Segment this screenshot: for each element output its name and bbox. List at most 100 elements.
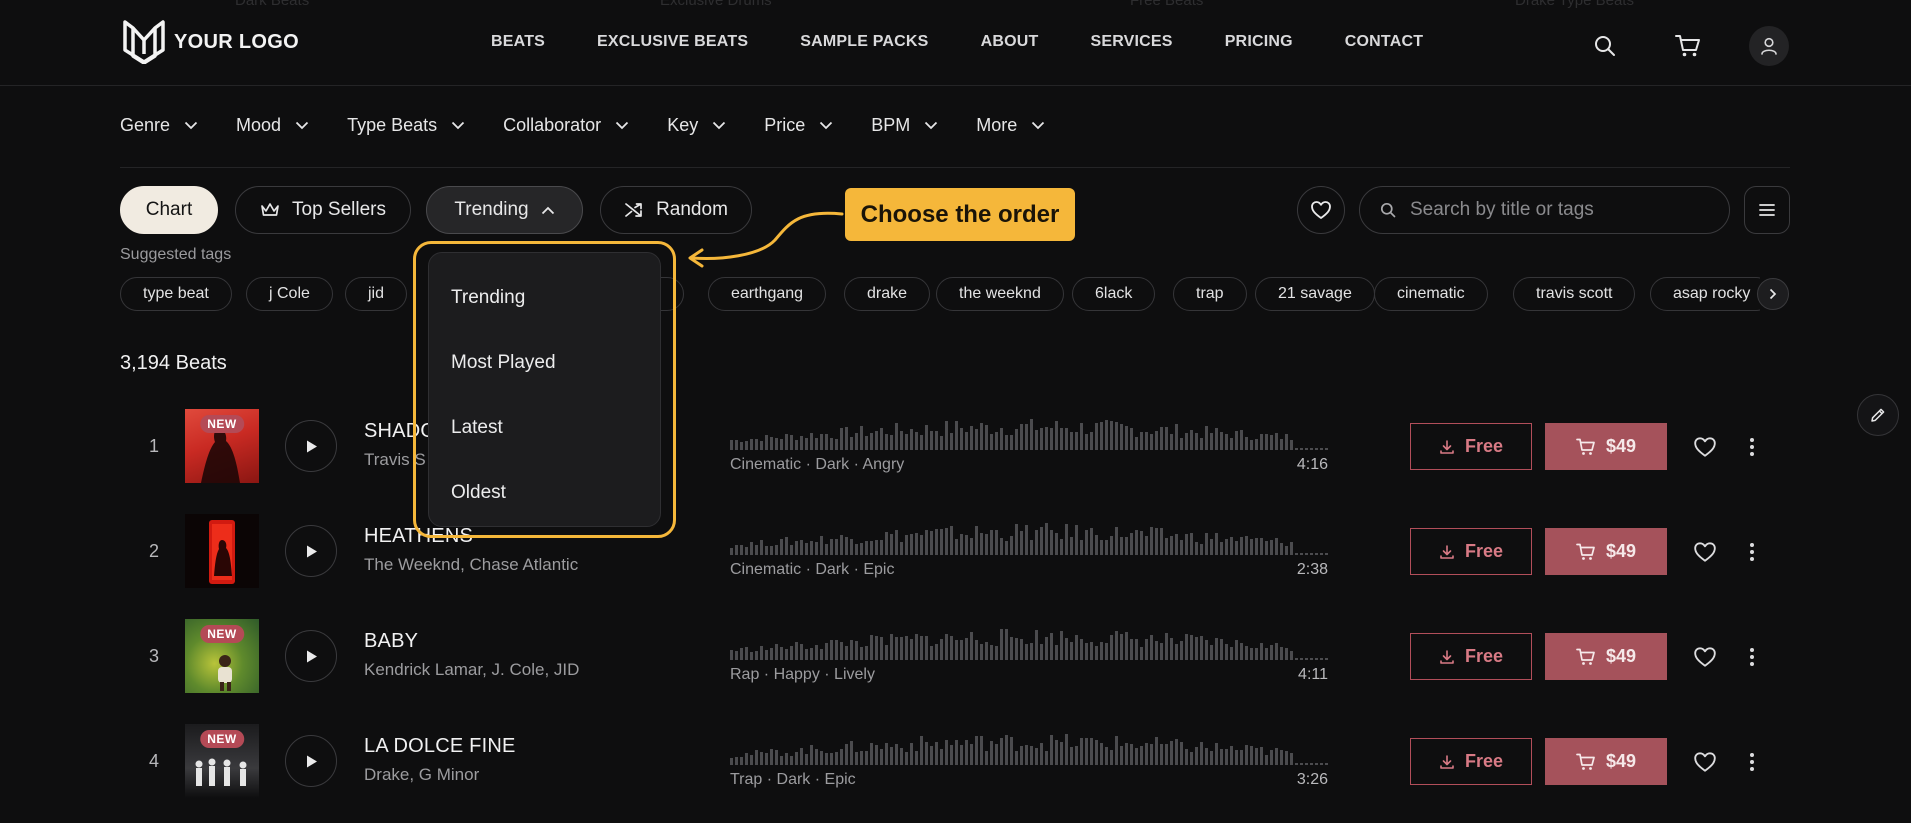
top-sellers-button[interactable]: Top Sellers (235, 186, 411, 234)
tag-chip[interactable]: travis scott (1513, 277, 1636, 311)
nav-services[interactable]: SERVICES (1090, 33, 1172, 51)
waveform-bar (950, 636, 953, 660)
free-download-button[interactable]: Free (1410, 738, 1532, 785)
play-icon (306, 650, 317, 662)
chevron-up-icon (541, 206, 554, 214)
nav-exclusive-beats[interactable]: EXCLUSIVE BEATS (597, 33, 748, 51)
add-to-cart-button[interactable]: $49 (1545, 738, 1667, 785)
play-button[interactable] (285, 735, 337, 787)
waveform-bar (865, 436, 868, 450)
download-icon (1440, 649, 1454, 664)
track-artist[interactable]: Drake, G Minor (364, 765, 479, 785)
filter-key[interactable]: Key (667, 115, 726, 136)
edit-button[interactable] (1857, 394, 1899, 436)
waveform-bar (1315, 658, 1318, 660)
filter-collaborator[interactable]: Collaborator (503, 115, 629, 136)
add-to-cart-button[interactable]: $49 (1545, 423, 1667, 470)
track-row[interactable]: 4 NEW LA DOLCE FINE Drake, G Minor Trap … (120, 709, 1790, 814)
waveform-bar (1275, 643, 1278, 660)
waveform-bar (1230, 438, 1233, 450)
cart-icon[interactable] (1668, 26, 1708, 66)
tag-chip[interactable]: 6lack (1072, 277, 1156, 311)
search-input[interactable] (1410, 199, 1700, 221)
sort-option-latest[interactable]: Latest (451, 417, 503, 439)
nav-contact[interactable]: CONTACT (1345, 33, 1423, 51)
track-title[interactable]: LA DOLCE FINE (364, 735, 516, 758)
tag-chip[interactable]: 21 savage (1255, 277, 1375, 311)
track-row[interactable]: 2 HEATHENS The Weeknd, Chase Atlantic Ci… (120, 499, 1790, 604)
like-heart-icon[interactable] (1689, 536, 1721, 568)
more-options-icon[interactable] (1742, 746, 1762, 778)
free-download-button[interactable]: Free (1410, 423, 1532, 470)
tag-chip[interactable]: the weeknd (936, 277, 1064, 311)
waveform-bar (1065, 524, 1068, 555)
waveform-bar (970, 632, 973, 660)
filter-genre[interactable]: Genre (120, 115, 198, 136)
track-artist[interactable]: The Weeknd, Chase Atlantic (364, 555, 578, 575)
chart-button[interactable]: Chart (120, 186, 218, 234)
tag-chip[interactable]: type beat (120, 277, 232, 311)
tags-next-button[interactable] (1757, 278, 1789, 310)
logo[interactable]: YOUR LOGO (123, 20, 299, 64)
play-button[interactable] (285, 420, 337, 472)
filter-bpm[interactable]: BPM (871, 115, 938, 136)
waveform-bar (955, 421, 958, 450)
tag-chip[interactable]: jid (345, 277, 408, 311)
like-heart-icon[interactable] (1689, 431, 1721, 463)
waveform-bar (1260, 434, 1263, 450)
sort-option-trending[interactable]: Trending (451, 287, 525, 309)
waveform-bar (1235, 640, 1238, 660)
sort-option-most-played[interactable]: Most Played (451, 352, 556, 374)
sort-dropdown-trigger[interactable]: Trending (426, 186, 583, 234)
nav-about[interactable]: ABOUT (981, 33, 1039, 51)
filter-label: Genre (120, 115, 171, 135)
waveform-bar (1325, 553, 1328, 555)
track-row[interactable]: 1 NEW SHADO Travis S Cinematic · Dark · … (120, 394, 1790, 499)
waveform-bar (770, 648, 773, 660)
filter-price[interactable]: Price (764, 115, 833, 136)
favorites-filter-button[interactable] (1297, 186, 1345, 234)
filter-bar: Genre Mood Type Beats Collaborator Key P… (120, 115, 1083, 136)
waveform[interactable] (730, 521, 1328, 555)
play-button[interactable] (285, 525, 337, 577)
free-download-button[interactable]: Free (1410, 633, 1532, 680)
track-artist[interactable]: Kendrick Lamar, J. Cole, JID (364, 660, 579, 680)
track-title[interactable]: BABY (364, 630, 418, 653)
waveform-bar (745, 753, 748, 765)
waveform-bar (1150, 527, 1153, 555)
tag-chip[interactable]: earthgang (708, 277, 827, 311)
tag-chip[interactable]: asap rocky (1650, 277, 1760, 311)
more-options-icon[interactable] (1742, 536, 1762, 568)
nav-beats[interactable]: BEATS (491, 33, 545, 51)
filter-mood[interactable]: Mood (236, 115, 309, 136)
play-button[interactable] (285, 630, 337, 682)
like-heart-icon[interactable] (1689, 641, 1721, 673)
waveform-bar (1270, 435, 1273, 450)
waveform[interactable] (730, 626, 1328, 660)
track-row[interactable]: 3 NEW BABY Kendrick Lamar, J. Cole, JID … (120, 604, 1790, 709)
tag-chip[interactable]: trap (1173, 277, 1247, 311)
sort-option-oldest[interactable]: Oldest (451, 482, 506, 504)
user-avatar-icon[interactable] (1749, 26, 1789, 66)
tag-chip[interactable]: j Cole (246, 277, 333, 311)
waveform[interactable] (730, 416, 1328, 450)
filter-type-beats[interactable]: Type Beats (347, 115, 465, 136)
add-to-cart-button[interactable]: $49 (1545, 528, 1667, 575)
like-heart-icon[interactable] (1689, 746, 1721, 778)
list-menu-button[interactable] (1744, 186, 1790, 234)
tag-chip[interactable]: cinematic (1374, 277, 1488, 311)
tag-chip[interactable]: drake (844, 277, 931, 311)
waveform-bar (1240, 537, 1243, 555)
filter-more[interactable]: More (976, 115, 1045, 136)
search-icon[interactable] (1585, 26, 1625, 66)
more-options-icon[interactable] (1742, 641, 1762, 673)
nav-pricing[interactable]: PRICING (1225, 33, 1293, 51)
add-to-cart-button[interactable]: $49 (1545, 633, 1667, 680)
free-download-button[interactable]: Free (1410, 528, 1532, 575)
waveform-bar (1125, 743, 1128, 765)
waveform-bar (745, 441, 748, 450)
more-options-icon[interactable] (1742, 431, 1762, 463)
waveform-bar (955, 640, 958, 660)
waveform[interactable] (730, 731, 1328, 765)
nav-sample-packs[interactable]: SAMPLE PACKS (800, 33, 928, 51)
